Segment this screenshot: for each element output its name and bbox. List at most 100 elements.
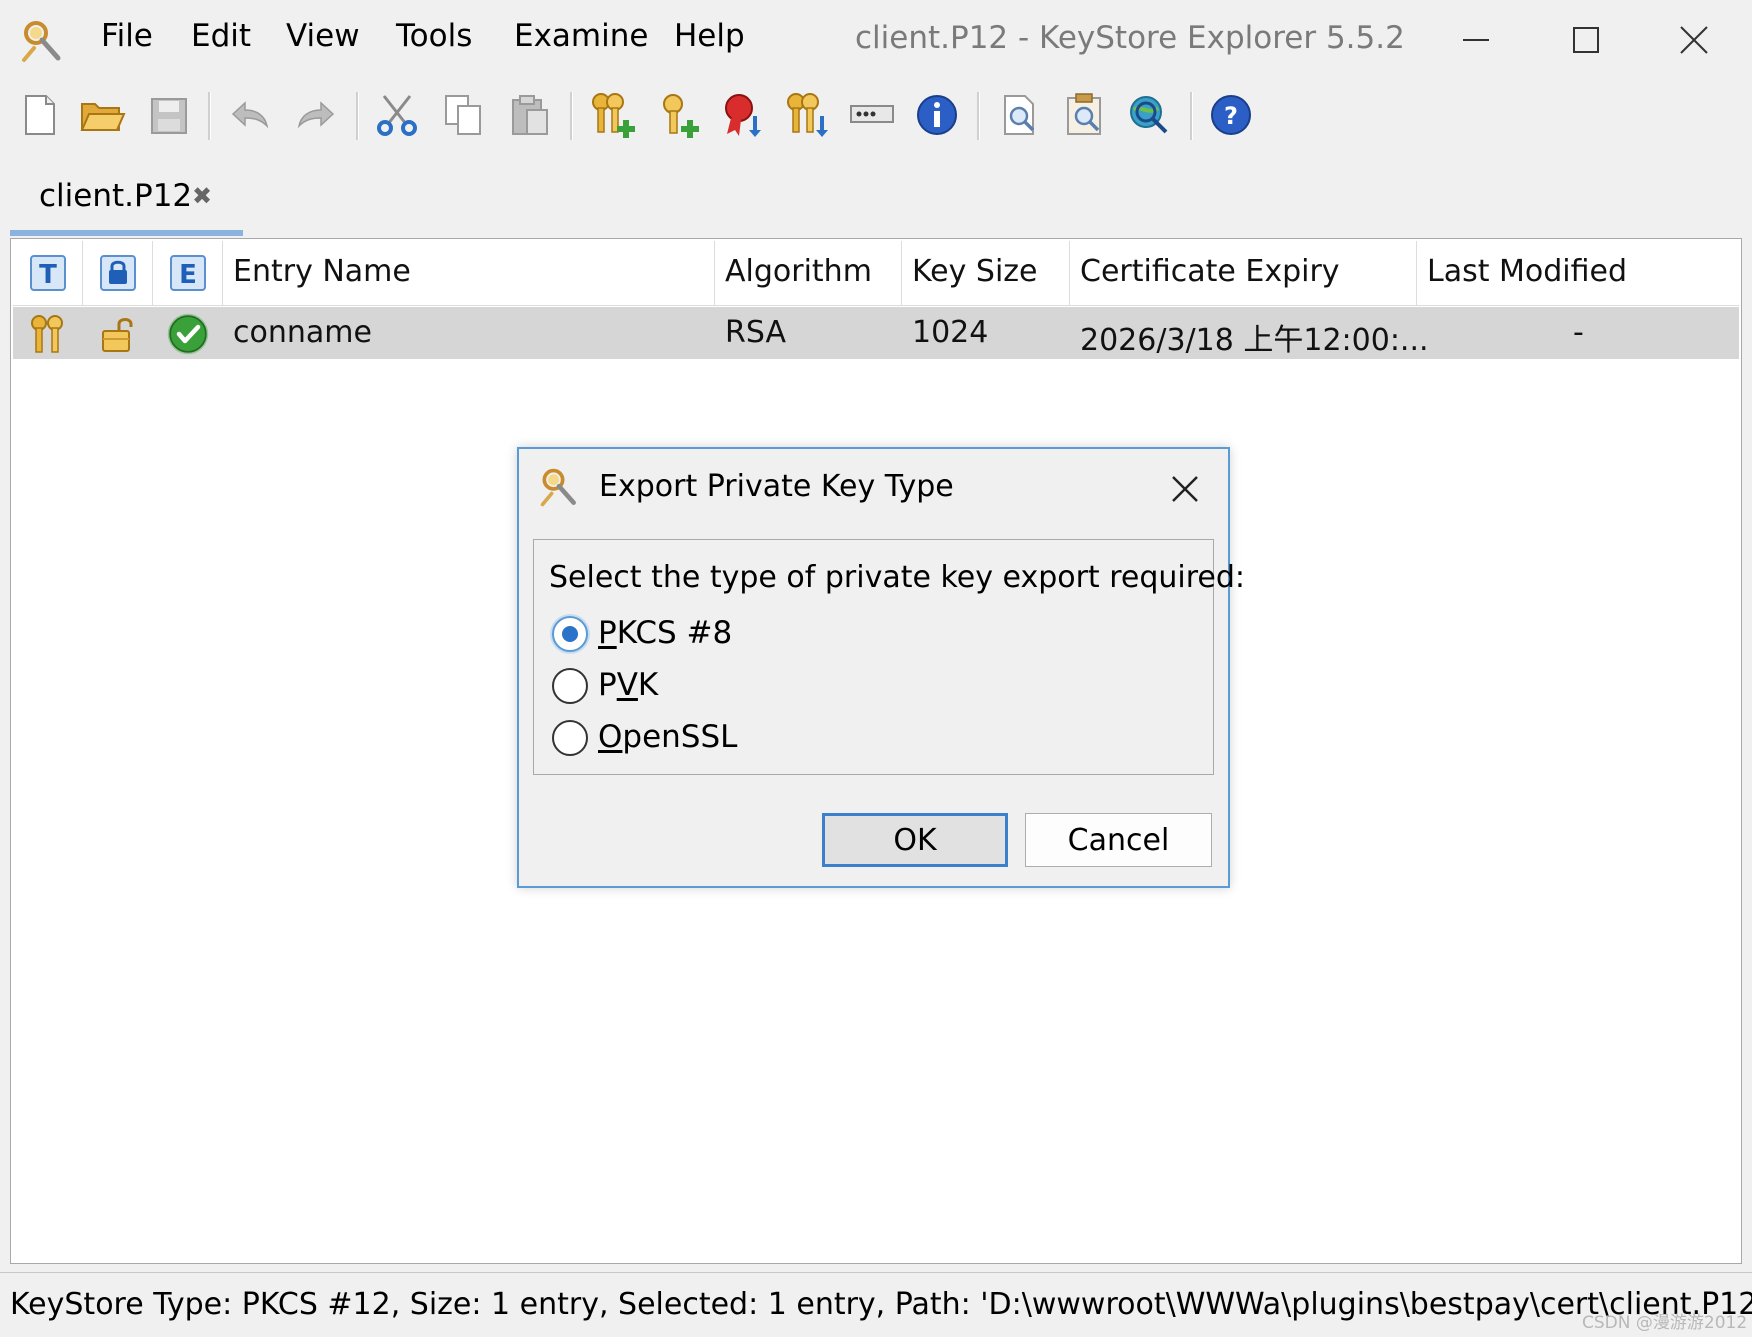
examine-clipboard-icon[interactable] bbox=[1060, 90, 1110, 140]
paste-icon[interactable] bbox=[505, 90, 555, 140]
export-private-key-type-dialog: Export Private Key Type Select the type … bbox=[517, 447, 1245, 888]
algorithm: RSA bbox=[725, 315, 786, 350]
cut-icon[interactable] bbox=[372, 90, 422, 140]
new-icon[interactable] bbox=[14, 90, 64, 140]
status-bar: KeyStore Type: PKCS #12, Size: 1 entry, … bbox=[0, 1272, 1752, 1337]
generate-secret-key-icon[interactable] bbox=[653, 90, 703, 140]
svg-text:T: T bbox=[39, 260, 57, 290]
toolbar-separator bbox=[356, 92, 359, 140]
keystore-explorer-logo-icon bbox=[537, 466, 581, 510]
radio-selected-dot bbox=[562, 626, 578, 642]
set-password-icon[interactable] bbox=[847, 90, 897, 140]
menu-tools[interactable]: Tools bbox=[396, 18, 472, 54]
app-window: File Edit View Tools Examine Help client… bbox=[0, 0, 1752, 1337]
radio-button[interactable] bbox=[552, 668, 588, 704]
open-icon[interactable] bbox=[77, 90, 127, 140]
column-header-label: Algorithm bbox=[725, 254, 872, 289]
column-header-label: Certificate Expiry bbox=[1080, 254, 1340, 289]
column-header-type[interactable]: T bbox=[13, 241, 83, 305]
menu-examine[interactable]: Examine bbox=[514, 18, 648, 54]
keystore-explorer-logo-icon bbox=[18, 18, 66, 66]
key-size: 1024 bbox=[912, 315, 989, 350]
window-title: client.P12 - KeyStore Explorer 5.5.2 bbox=[855, 20, 1405, 56]
menu-help[interactable]: Help bbox=[674, 18, 745, 54]
toolbar-separator bbox=[1190, 92, 1193, 140]
svg-text:?: ? bbox=[1224, 102, 1238, 130]
dialog-title: Export Private Key Type bbox=[599, 469, 954, 504]
cell-type bbox=[13, 307, 83, 359]
help-icon[interactable]: ? bbox=[1206, 90, 1256, 140]
toolbar: ? bbox=[0, 82, 1752, 152]
radio-openssl[interactable]: OpenSSL bbox=[552, 718, 952, 762]
column-header-certificate-expiry[interactable]: Certificate Expiry bbox=[1070, 241, 1417, 305]
column-header-last-modified[interactable]: Last Modified bbox=[1417, 241, 1739, 305]
undo-icon[interactable] bbox=[225, 90, 275, 140]
lock-column-icon bbox=[100, 255, 136, 291]
cell-last-modified: - bbox=[1417, 307, 1739, 359]
type-column-icon: T bbox=[30, 255, 66, 291]
unlocked-icon bbox=[99, 313, 141, 355]
cell-expiry-status bbox=[153, 307, 223, 359]
tab-bar: client.P12 ✖ bbox=[10, 160, 1742, 238]
export-type-panel: Select the type of private key export re… bbox=[533, 539, 1245, 775]
menu-file[interactable]: File bbox=[101, 18, 153, 54]
column-header-lock[interactable] bbox=[83, 241, 153, 305]
column-header-key-size[interactable]: Key Size bbox=[902, 241, 1070, 305]
properties-icon[interactable] bbox=[912, 90, 962, 140]
ok-button[interactable]: OK bbox=[822, 813, 1008, 867]
radio-button-checked[interactable] bbox=[552, 616, 588, 652]
cell-lock bbox=[83, 307, 153, 359]
cell-algorithm: RSA bbox=[715, 307, 902, 359]
column-header-label: Key Size bbox=[912, 254, 1038, 289]
title-bar: File Edit View Tools Examine Help client… bbox=[0, 0, 1752, 80]
radio-pvk[interactable]: PVK bbox=[552, 666, 952, 710]
generate-key-pair-icon[interactable] bbox=[587, 90, 637, 140]
dialog-close-button[interactable] bbox=[1159, 463, 1211, 515]
cell-certificate-expiry: 2026/3/18 上午12:00:... bbox=[1070, 307, 1429, 359]
menu-view[interactable]: View bbox=[286, 18, 360, 54]
tab-label: client.P12 bbox=[39, 178, 193, 214]
last-modified: - bbox=[1573, 315, 1584, 350]
status-text: KeyStore Type: PKCS #12, Size: 1 entry, … bbox=[10, 1287, 1752, 1322]
copy-icon[interactable] bbox=[438, 90, 488, 140]
toolbar-separator bbox=[570, 92, 573, 140]
tab-close-icon[interactable]: ✖ bbox=[192, 182, 212, 210]
examine-ssl-icon[interactable] bbox=[1124, 90, 1174, 140]
tab-selected-indicator bbox=[10, 230, 243, 236]
cancel-button[interactable]: Cancel bbox=[1025, 813, 1212, 867]
column-header-algorithm[interactable]: Algorithm bbox=[715, 241, 902, 305]
toolbar-separator bbox=[977, 92, 980, 140]
tab-client-p12[interactable]: client.P12 ✖ bbox=[10, 160, 243, 238]
column-header-entry-name[interactable]: Entry Name bbox=[223, 241, 715, 305]
minimize-button[interactable] bbox=[1446, 14, 1506, 66]
dialog-prompt: Select the type of private key export re… bbox=[549, 560, 1246, 595]
certificate-expiry: 2026/3/18 上午12:00:... bbox=[1080, 323, 1429, 358]
cell-entry-name: conname bbox=[223, 307, 715, 359]
save-icon[interactable] bbox=[144, 90, 194, 140]
menu-edit[interactable]: Edit bbox=[191, 18, 251, 54]
radio-pkcs8[interactable]: PKCS #8 bbox=[552, 614, 952, 658]
radio-button[interactable] bbox=[552, 720, 588, 756]
valid-check-icon bbox=[167, 313, 209, 355]
table-header: T E Entry Name Algorithm Key Size Certif… bbox=[13, 241, 1739, 306]
toolbar-separator bbox=[208, 92, 211, 140]
window-close-button[interactable] bbox=[1664, 14, 1724, 66]
radio-label-openssl: OpenSSL bbox=[598, 719, 738, 755]
redo-icon[interactable] bbox=[291, 90, 341, 140]
cell-key-size: 1024 bbox=[902, 307, 1070, 359]
import-key-pair-icon[interactable] bbox=[782, 90, 832, 140]
watermark: CSDN @漫游游2012 bbox=[1582, 1313, 1748, 1333]
maximize-button[interactable] bbox=[1556, 14, 1616, 66]
svg-text:E: E bbox=[179, 260, 197, 290]
examine-file-icon[interactable] bbox=[995, 90, 1045, 140]
entry-name: conname bbox=[233, 315, 372, 350]
radio-label-pkcs8: PKCS #8 bbox=[598, 615, 733, 651]
column-header-label: Last Modified bbox=[1427, 254, 1628, 289]
radio-label-pvk: PVK bbox=[598, 667, 659, 703]
key-pair-icon bbox=[27, 313, 69, 355]
column-header-expiry-status[interactable]: E bbox=[153, 241, 223, 305]
table-row[interactable]: conname RSA 1024 2026/3/18 上午12:00:... - bbox=[13, 307, 1739, 359]
column-header-label: Entry Name bbox=[233, 254, 411, 289]
expiry-column-icon: E bbox=[170, 255, 206, 291]
import-trusted-certificate-icon[interactable] bbox=[717, 90, 767, 140]
